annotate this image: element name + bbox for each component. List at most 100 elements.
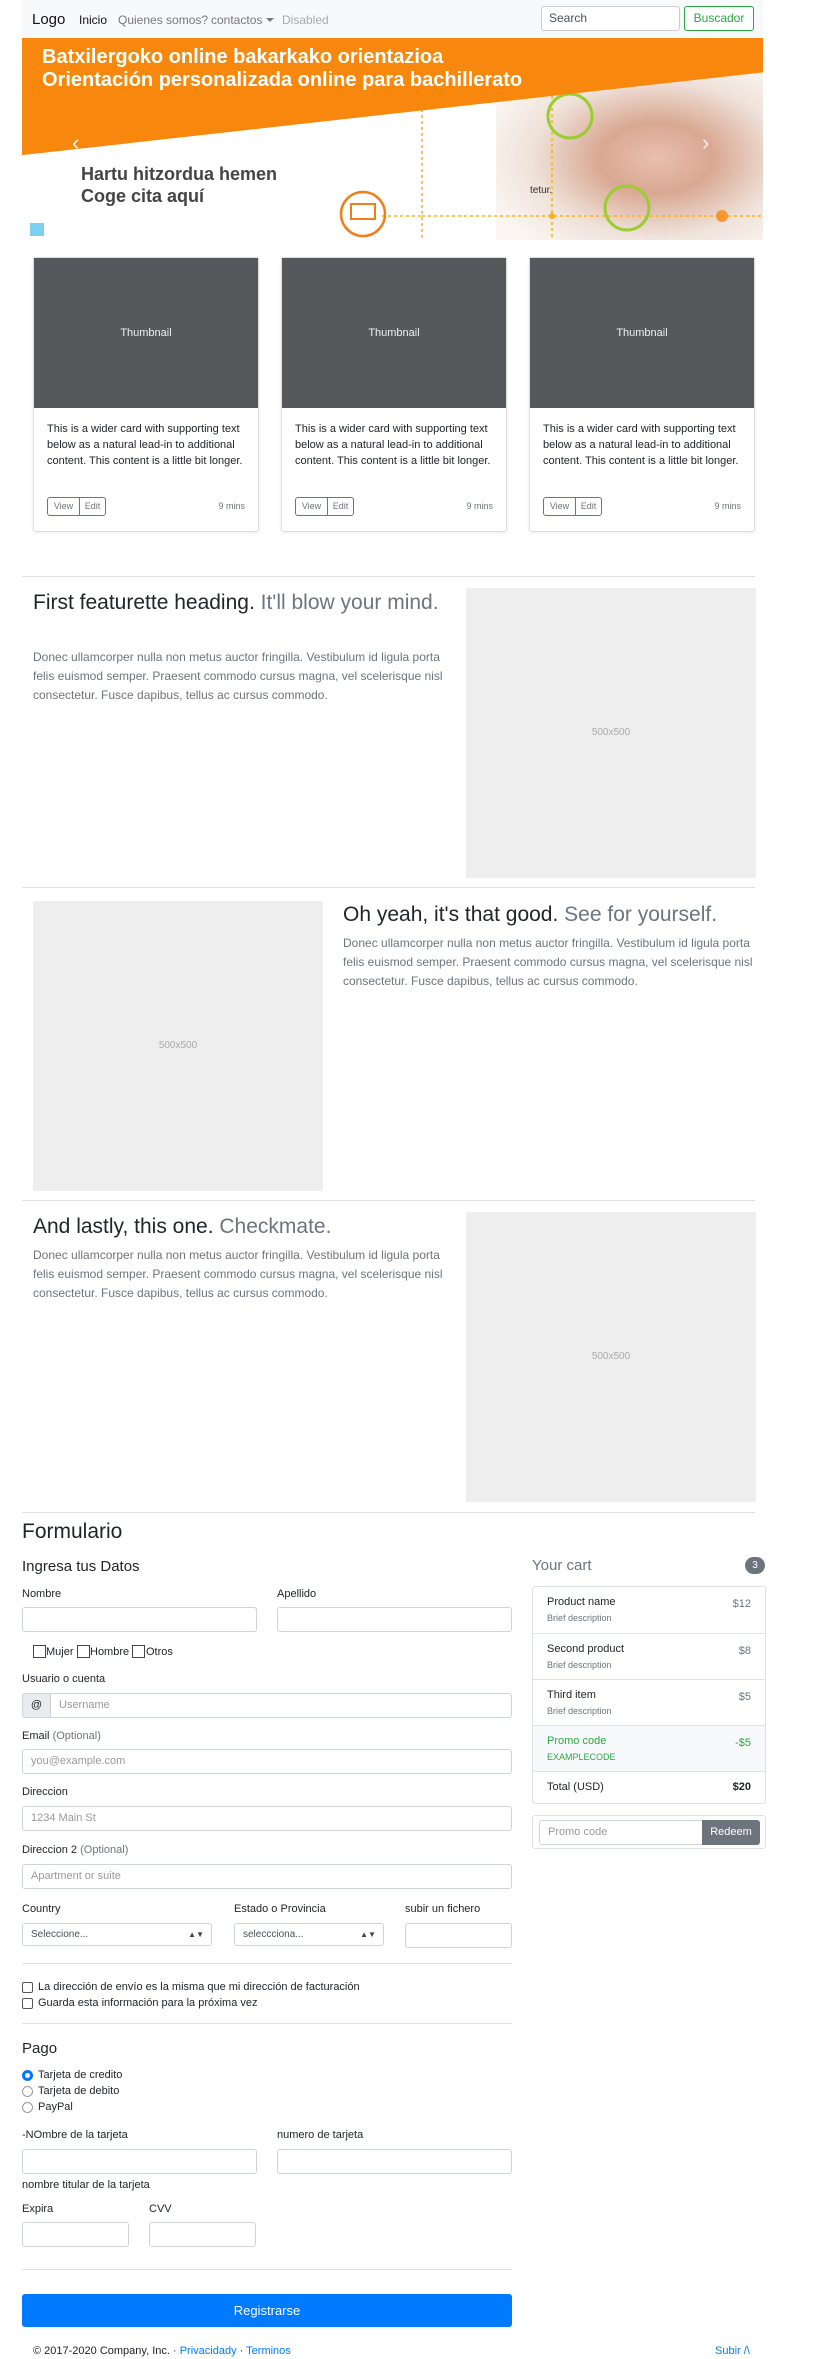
payment-label-paypal: PayPal xyxy=(38,2101,73,2113)
card-time: 9 mins xyxy=(218,501,245,511)
featurette-image: 500x500 xyxy=(33,901,323,1191)
logo[interactable]: Logo xyxy=(32,11,65,28)
direccion-field[interactable]: 1234 Main St xyxy=(22,1806,512,1831)
cart-item-desc: Brief description xyxy=(547,1706,612,1716)
register-button[interactable]: Registrarse xyxy=(22,2294,512,2327)
usuario-label: Usuario o cuenta xyxy=(22,1673,106,1685)
privacy-link[interactable]: Privacidady xyxy=(180,2345,237,2357)
card-name-field[interactable] xyxy=(22,2149,257,2174)
edit-button[interactable]: Edit xyxy=(575,497,602,516)
card-thumbnail: Thumbnail xyxy=(282,258,506,408)
direccion-label: Direccion xyxy=(22,1786,68,1798)
featurette-heading: And lastly, this one. Checkmate. xyxy=(33,1215,332,1238)
select-arrows-icon: ▲▼ xyxy=(188,1930,204,1939)
featurette-text: Donec ullamcorper nulla non metus auctor… xyxy=(33,650,443,702)
estado-select[interactable]: seleccciona... ▲▼ xyxy=(234,1923,384,1946)
checkbox-otros[interactable] xyxy=(132,1645,145,1658)
checkbox-same-address[interactable] xyxy=(22,1982,33,1993)
view-button[interactable]: View xyxy=(47,497,80,516)
pago-heading: Pago xyxy=(22,2040,58,2057)
card: Thumbnail This is a wider card with supp… xyxy=(281,257,507,532)
featurette-image: 500x500 xyxy=(466,1212,756,1502)
view-button[interactable]: View xyxy=(543,497,576,516)
card-text: This is a wider card with supporting tex… xyxy=(295,423,491,467)
nav-link-quienes[interactable]: Quienes somos? xyxy=(118,13,208,27)
view-button[interactable]: View xyxy=(295,497,328,516)
same-address-label: La dirección de envío es la misma que mi… xyxy=(38,1981,360,1993)
divider xyxy=(22,576,755,577)
country-select[interactable]: Seleccione... ▲▼ xyxy=(22,1923,212,1946)
direccion2-field[interactable]: Apartment or suite xyxy=(22,1864,512,1889)
nombre-field[interactable] xyxy=(22,1607,257,1632)
fichero-label: subir un fichero xyxy=(405,1903,481,1915)
direccion2-label: Direccion 2 (Optional) xyxy=(22,1844,129,1856)
apellido-field[interactable] xyxy=(277,1607,512,1632)
payment-label-credit: Tarjeta de credito xyxy=(38,2069,123,2081)
cart-item-name: Third item xyxy=(547,1689,596,1701)
total-row: Total (USD) $20 xyxy=(533,1772,765,1803)
checkbox-mujer[interactable] xyxy=(33,1645,46,1658)
file-upload-field[interactable] xyxy=(405,1923,512,1948)
list-item: Third item Brief description $5 xyxy=(533,1680,765,1726)
search-button[interactable]: Buscador xyxy=(684,6,754,31)
search-input[interactable]: Search xyxy=(541,6,680,31)
card-thumbnail: Thumbnail xyxy=(34,258,258,408)
hand-icon xyxy=(546,92,594,140)
radio-paypal[interactable] xyxy=(22,2102,33,2113)
at-addon: @ xyxy=(22,1693,51,1718)
divider xyxy=(22,1963,512,1964)
terms-link[interactable]: Terminos xyxy=(246,2345,291,2357)
microscope-icon xyxy=(603,184,651,232)
expira-field[interactable] xyxy=(22,2222,129,2247)
card-text: This is a wider card with supporting tex… xyxy=(543,423,739,467)
list-item: Product name Brief description $12 xyxy=(533,1587,765,1634)
username-field[interactable]: Username xyxy=(50,1693,512,1718)
nombre-label: Nombre xyxy=(22,1588,62,1600)
nav-link-disabled: Disabled xyxy=(282,13,329,27)
nav-dropdown-contactos[interactable]: contactos xyxy=(211,13,275,27)
cart-item-name: Product name xyxy=(547,1596,616,1608)
gender-label-otros: Otros xyxy=(146,1646,173,1658)
cart-item-price: $5 xyxy=(738,1691,751,1703)
edit-button[interactable]: Edit xyxy=(79,497,106,516)
cart-count-badge: 3 xyxy=(745,1557,765,1574)
caret-down-icon xyxy=(266,18,275,22)
checkbox-save-info[interactable] xyxy=(22,1998,33,2009)
estado-label: Estado o Provincia xyxy=(234,1903,326,1915)
promo-code-input[interactable]: Promo code xyxy=(539,1820,703,1845)
promo-discount: -$5 xyxy=(735,1737,751,1749)
decorative-square xyxy=(30,223,44,236)
featurette-text: Donec ullamcorper nulla non metus auctor… xyxy=(33,1248,443,1300)
radio-credit-card[interactable] xyxy=(22,2070,33,2081)
back-to-top-link[interactable]: Subir /\ xyxy=(715,2345,750,2357)
card-text: This is a wider card with supporting tex… xyxy=(47,423,243,467)
card-number-field[interactable] xyxy=(277,2149,512,2174)
payment-label-debit: Tarjeta de debito xyxy=(38,2085,120,2097)
edit-button[interactable]: Edit xyxy=(327,497,354,516)
checkbox-hombre[interactable] xyxy=(77,1645,90,1658)
card: Thumbnail This is a wider card with supp… xyxy=(529,257,755,532)
hero-banner: Batxilergoko online bakarkako orientazio… xyxy=(22,38,763,240)
cvv-field[interactable] xyxy=(149,2222,256,2247)
radio-debit-card[interactable] xyxy=(22,2086,33,2097)
redeem-button[interactable]: Redeem xyxy=(702,1820,760,1845)
list-item: Second product Brief description $8 xyxy=(533,1634,765,1680)
cart-item-name: Second product xyxy=(547,1643,625,1655)
nav-link-inicio[interactable]: Inicio xyxy=(79,13,107,27)
promo-name: Promo code xyxy=(547,1735,607,1747)
navbar: Logo Inicio Quienes somos? contactos Dis… xyxy=(22,0,763,38)
banner-title-es: Orientación personalizada online para ba… xyxy=(42,69,523,91)
carousel-prev-icon[interactable]: ‹ xyxy=(72,130,79,156)
card-holder-help: nombre titular de la tarjeta xyxy=(22,2179,150,2191)
featurette-heading: First featurette heading. It'll blow you… xyxy=(33,591,439,614)
divider xyxy=(22,887,755,888)
form-subtitle: Ingresa tus Datos xyxy=(22,1558,140,1575)
carousel-next-icon[interactable]: › xyxy=(702,130,709,156)
divider xyxy=(22,1512,755,1513)
email-field[interactable]: you@example.com xyxy=(22,1749,512,1774)
card-time: 9 mins xyxy=(466,501,493,511)
country-label: Country xyxy=(22,1903,61,1915)
card-time: 9 mins xyxy=(714,501,741,511)
banner-overlay-text: tetur. xyxy=(530,185,553,196)
featurette-heading: Oh yeah, it's that good. See for yoursel… xyxy=(343,903,718,926)
